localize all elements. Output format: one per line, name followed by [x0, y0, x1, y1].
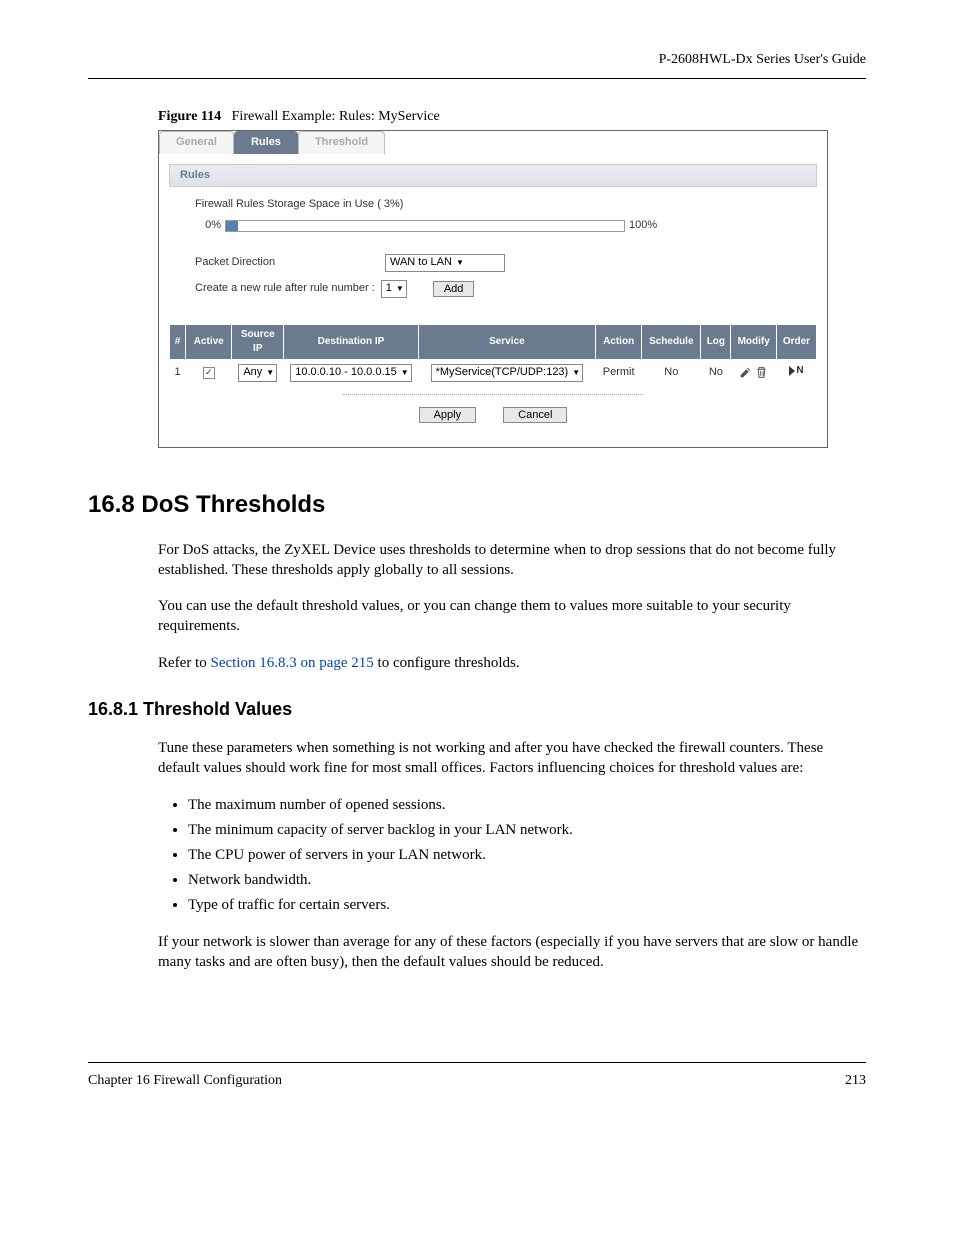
service-value: *MyService(TCP/UDP:123) [436, 365, 569, 380]
col-schedule: Schedule [642, 324, 701, 359]
table-row: 1 ✓ Any ▼ 10.0.0.10 - 10.0.0.15 ▼ [170, 359, 817, 386]
col-order: Order [776, 324, 816, 359]
order-letter: N [796, 364, 803, 378]
para-16-8-3: Refer to Section 16.8.3 on page 215 to c… [158, 653, 866, 673]
list-item: The maximum number of opened sessions. [188, 795, 866, 816]
tab-threshold[interactable]: Threshold [298, 131, 385, 153]
triangle-right-icon [789, 366, 795, 376]
divider [343, 394, 643, 395]
para-suffix: to configure thresholds. [374, 655, 520, 671]
source-ip-value: Any [243, 365, 262, 380]
tab-rules[interactable]: Rules [234, 131, 298, 153]
section-link[interactable]: Section 16.8.3 on page 215 [210, 655, 373, 671]
rule-number-select[interactable]: 1 ▼ [381, 280, 407, 298]
footer-left: Chapter 16 Firewall Configuration [88, 1071, 282, 1091]
active-checkbox[interactable]: ✓ [203, 367, 215, 379]
footer-right: 213 [845, 1071, 866, 1091]
list-item: The CPU power of servers in your LAN net… [188, 845, 866, 866]
chevron-down-icon: ▼ [572, 367, 580, 378]
rule-number-value: 1 [386, 281, 392, 296]
progress-right-label: 100% [625, 218, 657, 233]
col-modify: Modify [731, 324, 776, 359]
order-move-icon[interactable]: N [789, 364, 803, 378]
figure-screenshot: General Rules Threshold Rules Firewall R… [158, 130, 828, 448]
source-ip-select[interactable]: Any ▼ [238, 364, 277, 382]
packet-direction-value: WAN to LAN [390, 255, 452, 270]
edit-icon[interactable] [739, 366, 752, 379]
list-item: Network bandwidth. [188, 870, 866, 891]
para-16-8-1: For DoS attacks, the ZyXEL Device uses t… [158, 540, 866, 581]
chevron-down-icon: ▼ [456, 257, 464, 268]
chevron-down-icon: ▼ [396, 283, 404, 294]
threshold-factors-list: The maximum number of opened sessions. T… [188, 795, 866, 916]
tab-general[interactable]: General [159, 131, 234, 153]
add-button[interactable]: Add [433, 281, 475, 297]
progress-bar [225, 220, 625, 232]
progress-fill [226, 221, 238, 231]
para-16-8-2: You can use the default threshold values… [158, 596, 866, 637]
heading-16-8-1: 16.8.1 Threshold Values [88, 697, 866, 722]
col-source-ip: Source IP [232, 324, 284, 359]
heading-16-8: 16.8 DoS Thresholds [88, 488, 866, 522]
col-action: Action [595, 324, 641, 359]
col-log: Log [701, 324, 731, 359]
figure-number: Figure 114 [158, 109, 221, 124]
cell-action: Permit [595, 359, 641, 386]
figure-caption: Figure 114 Firewall Example: Rules: MySe… [158, 107, 866, 127]
tab-bar: General Rules Threshold [159, 131, 827, 153]
panel-title: Rules [169, 164, 817, 187]
para-16-8-1-1: Tune these parameters when something is … [158, 738, 866, 779]
para-prefix: Refer to [158, 655, 210, 671]
col-dest-ip: Destination IP [284, 324, 419, 359]
page-footer: Chapter 16 Firewall Configuration 213 [88, 1062, 866, 1091]
list-item: Type of traffic for certain servers. [188, 895, 866, 916]
dest-ip-select[interactable]: 10.0.0.10 - 10.0.0.15 ▼ [290, 364, 411, 382]
dest-ip-value: 10.0.0.10 - 10.0.0.15 [295, 365, 397, 380]
rules-table: # Active Source IP Destination IP Servic… [169, 324, 817, 386]
list-item: The minimum capacity of server backlog i… [188, 820, 866, 841]
col-service: Service [418, 324, 595, 359]
para-16-8-1-2: If your network is slower than average f… [158, 932, 866, 973]
packet-direction-select[interactable]: WAN to LAN ▼ [385, 254, 505, 272]
cancel-button[interactable]: Cancel [503, 407, 567, 423]
service-select[interactable]: *MyService(TCP/UDP:123) ▼ [431, 364, 584, 382]
create-rule-label: Create a new rule after rule number : [195, 281, 375, 296]
storage-label: Firewall Rules Storage Space in Use ( 3%… [195, 197, 791, 212]
packet-direction-label: Packet Direction [195, 255, 385, 270]
page-header: P-2608HWL-Dx Series User's Guide [88, 50, 866, 79]
chevron-down-icon: ▼ [401, 367, 409, 378]
progress-left-label: 0% [195, 218, 225, 233]
figure-title: Firewall Example: Rules: MyService [232, 109, 440, 124]
apply-button[interactable]: Apply [419, 407, 477, 423]
chevron-down-icon: ▼ [266, 367, 274, 378]
trash-icon[interactable] [755, 366, 768, 379]
col-active: Active [186, 324, 232, 359]
cell-num: 1 [170, 359, 186, 386]
cell-schedule: No [642, 359, 701, 386]
cell-log: No [701, 359, 731, 386]
col-num: # [170, 324, 186, 359]
